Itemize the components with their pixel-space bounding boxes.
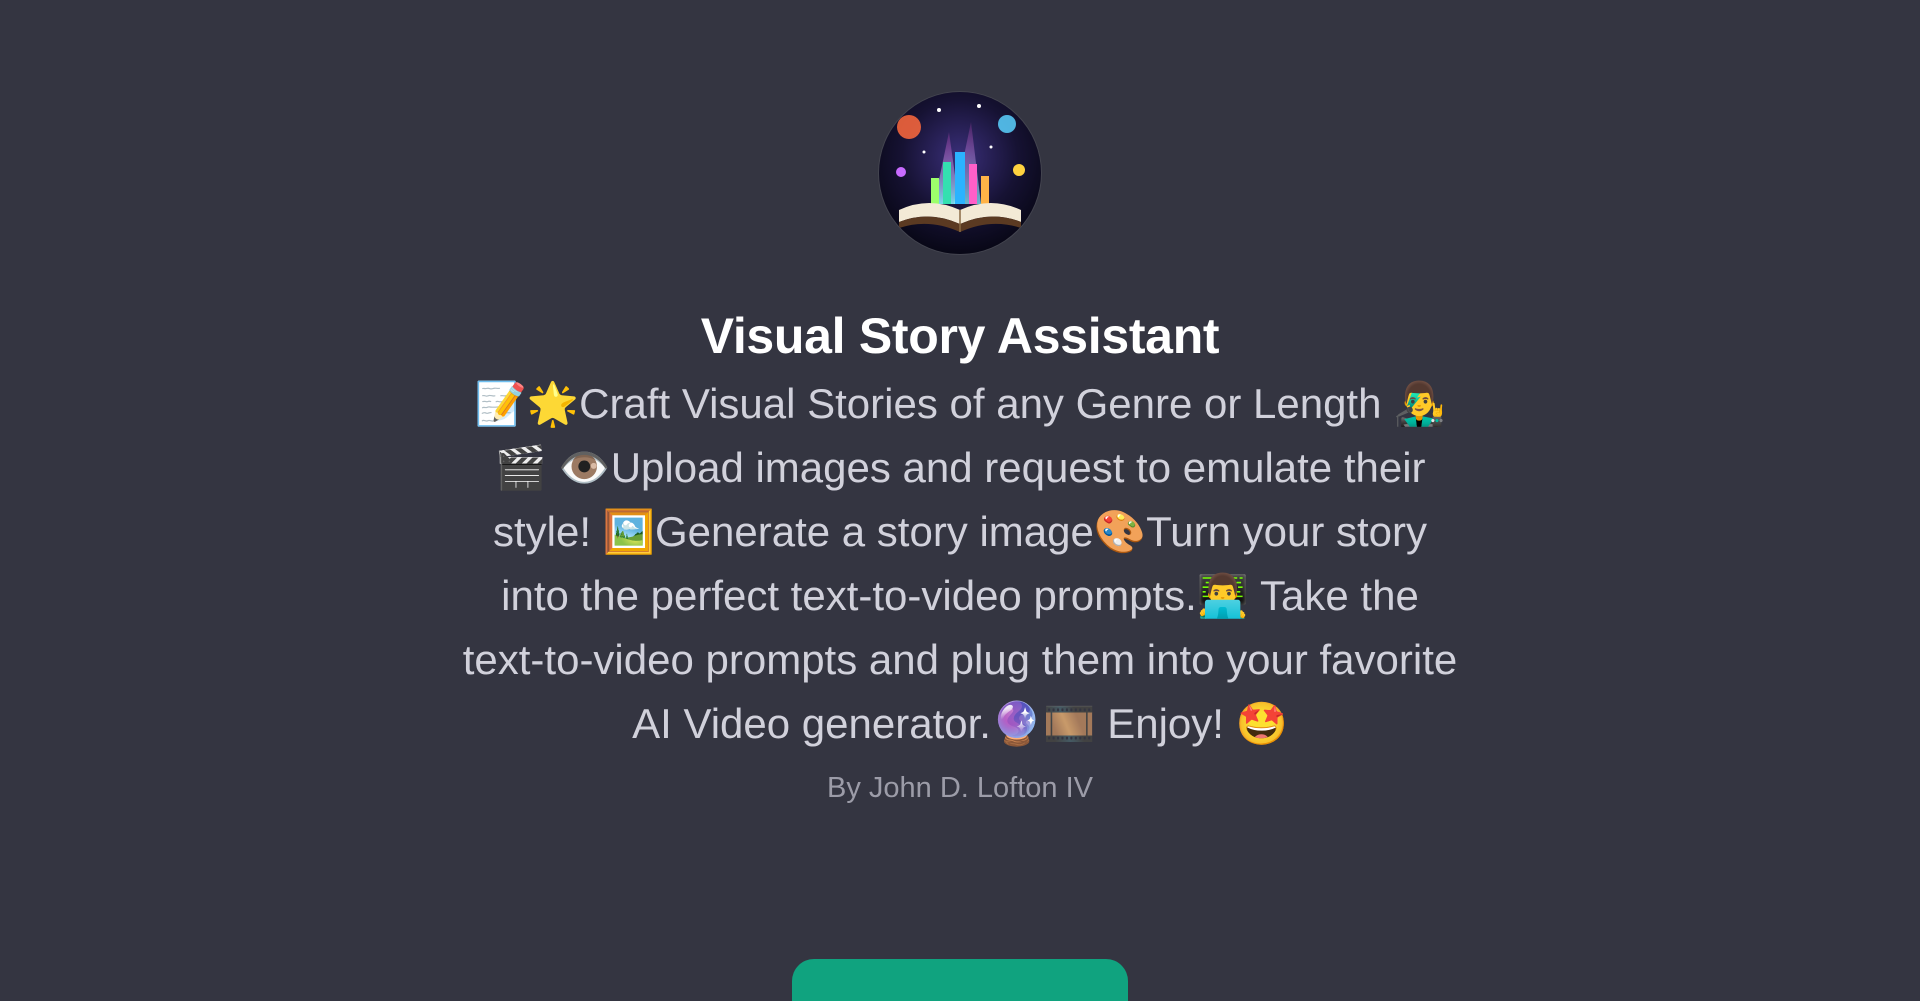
gpt-profile-page: Visual Story Assistant 📝🌟Craft Visual St… [0,0,1920,1001]
gpt-avatar [879,92,1041,254]
magical-story-book-icon [879,92,1041,254]
start-chat-button[interactable] [792,959,1128,1001]
gpt-author: By John D. Lofton IV [827,772,1093,804]
gpt-description: 📝🌟Craft Visual Stories of any Genre or L… [462,380,1467,747]
gpt-title: Visual Story Assistant [700,308,1220,364]
